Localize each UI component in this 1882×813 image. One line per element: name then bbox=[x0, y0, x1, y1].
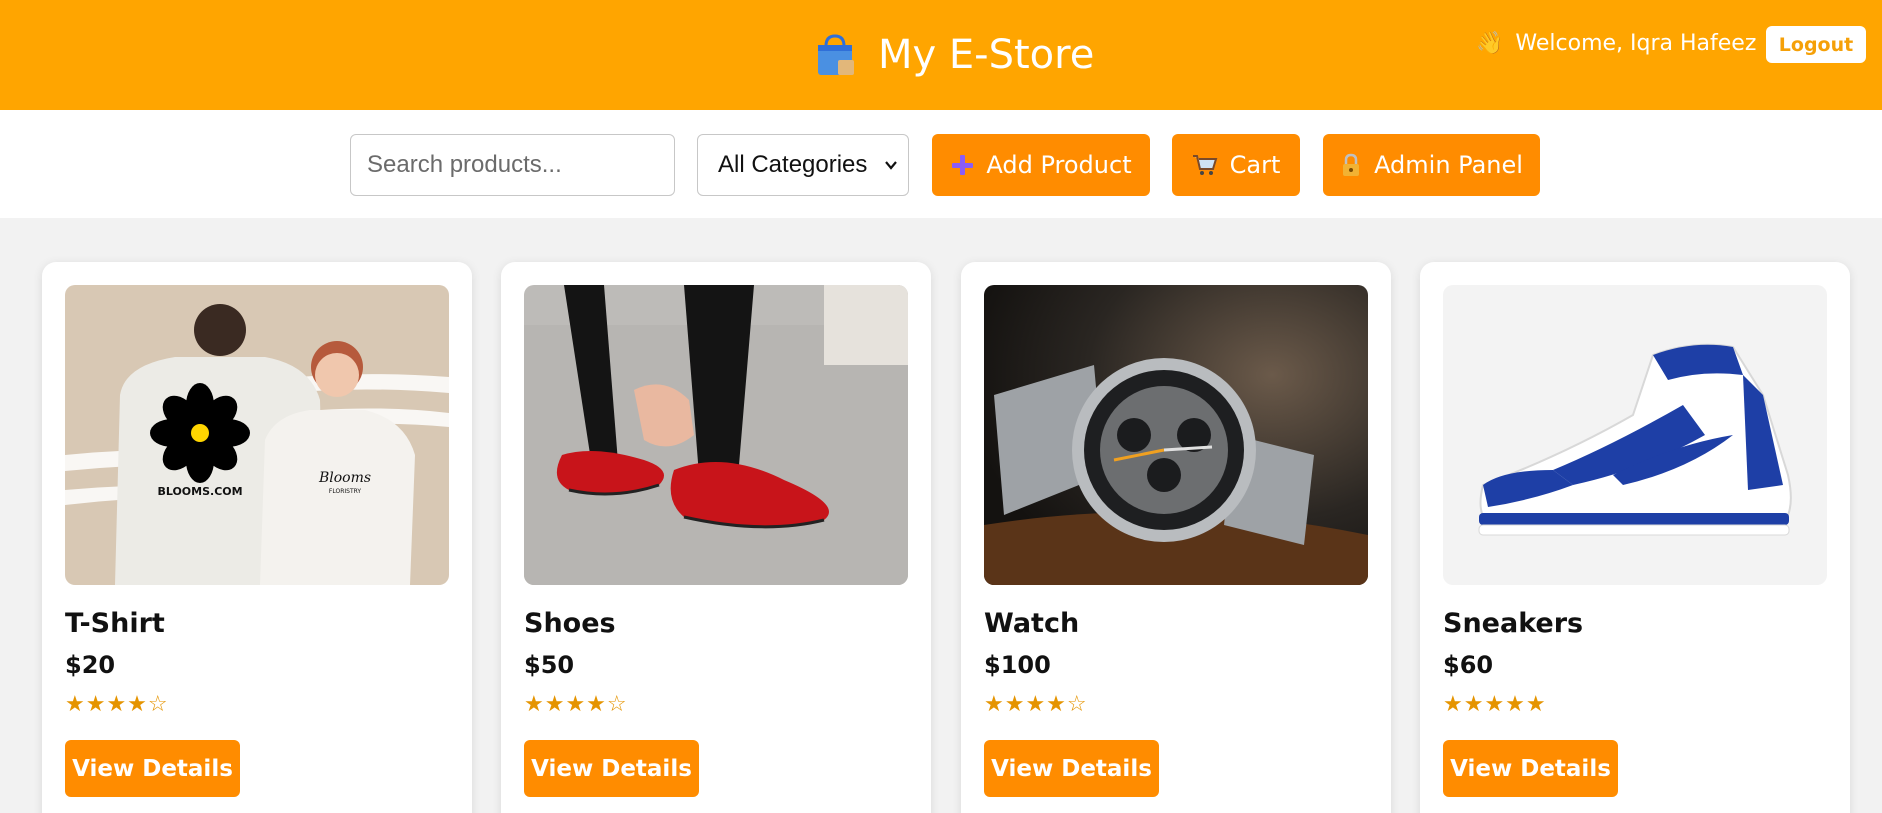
add-product-button[interactable]: Add Product bbox=[932, 134, 1150, 196]
shopping-cart-icon bbox=[1192, 153, 1218, 177]
admin-panel-button[interactable]: Admin Panel bbox=[1323, 134, 1540, 196]
toolbar: All Categories Add Product Cart Admin Pa… bbox=[0, 110, 1882, 218]
product-name: Watch bbox=[984, 608, 1080, 639]
brand: My E-Store bbox=[812, 26, 1094, 84]
product-image bbox=[984, 285, 1368, 585]
product-image bbox=[1443, 285, 1827, 585]
product-rating: ★★★★☆ bbox=[984, 692, 1088, 717]
add-product-label: Add Product bbox=[986, 151, 1132, 179]
product-price: $60 bbox=[1443, 651, 1494, 679]
view-details-button[interactable]: View Details bbox=[524, 740, 699, 797]
chevron-down-icon bbox=[885, 161, 897, 170]
product-image bbox=[524, 285, 908, 585]
view-details-button[interactable]: View Details bbox=[65, 740, 240, 797]
tshirt-print-text: BLOOMS.COM bbox=[157, 485, 242, 498]
product-image: BLOOMS.COM Blooms FLORISTRY bbox=[65, 285, 449, 585]
product-name: Shoes bbox=[524, 608, 616, 639]
product-price: $50 bbox=[524, 651, 575, 679]
welcome-text: Welcome, Iqra Hafeez bbox=[1515, 30, 1757, 56]
product-card: BLOOMS.COM Blooms FLORISTRY T-Shirt $20 … bbox=[42, 262, 472, 813]
category-select[interactable]: All Categories bbox=[697, 134, 909, 196]
product-rating: ★★★★★ bbox=[1443, 692, 1547, 717]
product-price: $100 bbox=[984, 651, 1051, 679]
cart-button[interactable]: Cart bbox=[1172, 134, 1300, 196]
product-price: $20 bbox=[65, 651, 116, 679]
tshirt-print-subtext: FLORISTRY bbox=[329, 488, 362, 495]
product-card: Sneakers $60 ★★★★★ View Details bbox=[1420, 262, 1850, 813]
admin-panel-label: Admin Panel bbox=[1374, 151, 1523, 179]
view-details-button[interactable]: View Details bbox=[984, 740, 1159, 797]
logout-button[interactable]: Logout bbox=[1766, 26, 1866, 63]
product-card: Shoes $50 ★★★★☆ View Details bbox=[501, 262, 931, 813]
view-details-button[interactable]: View Details bbox=[1443, 740, 1618, 797]
search-input[interactable] bbox=[350, 134, 675, 196]
category-selected-value: All Categories bbox=[718, 151, 868, 178]
plus-icon bbox=[950, 153, 974, 177]
product-card: Watch $100 ★★★★☆ View Details bbox=[961, 262, 1391, 813]
top-header: My E-Store 👋 Welcome, Iqra Hafeez Logout bbox=[0, 0, 1882, 110]
product-rating: ★★★★☆ bbox=[524, 692, 628, 717]
tshirt-print-logo: Blooms bbox=[318, 470, 371, 486]
product-name: Sneakers bbox=[1443, 608, 1584, 639]
shopping-bag-icon bbox=[818, 34, 854, 75]
lock-icon bbox=[1340, 153, 1362, 177]
cart-label: Cart bbox=[1229, 151, 1281, 179]
product-rating: ★★★★☆ bbox=[65, 692, 169, 717]
waving-hand-icon: 👋 bbox=[1476, 30, 1504, 56]
product-name: T-Shirt bbox=[65, 608, 165, 639]
welcome-message: 👋 Welcome, Iqra Hafeez bbox=[1476, 26, 1756, 60]
store-title: My E-Store bbox=[878, 32, 1095, 78]
